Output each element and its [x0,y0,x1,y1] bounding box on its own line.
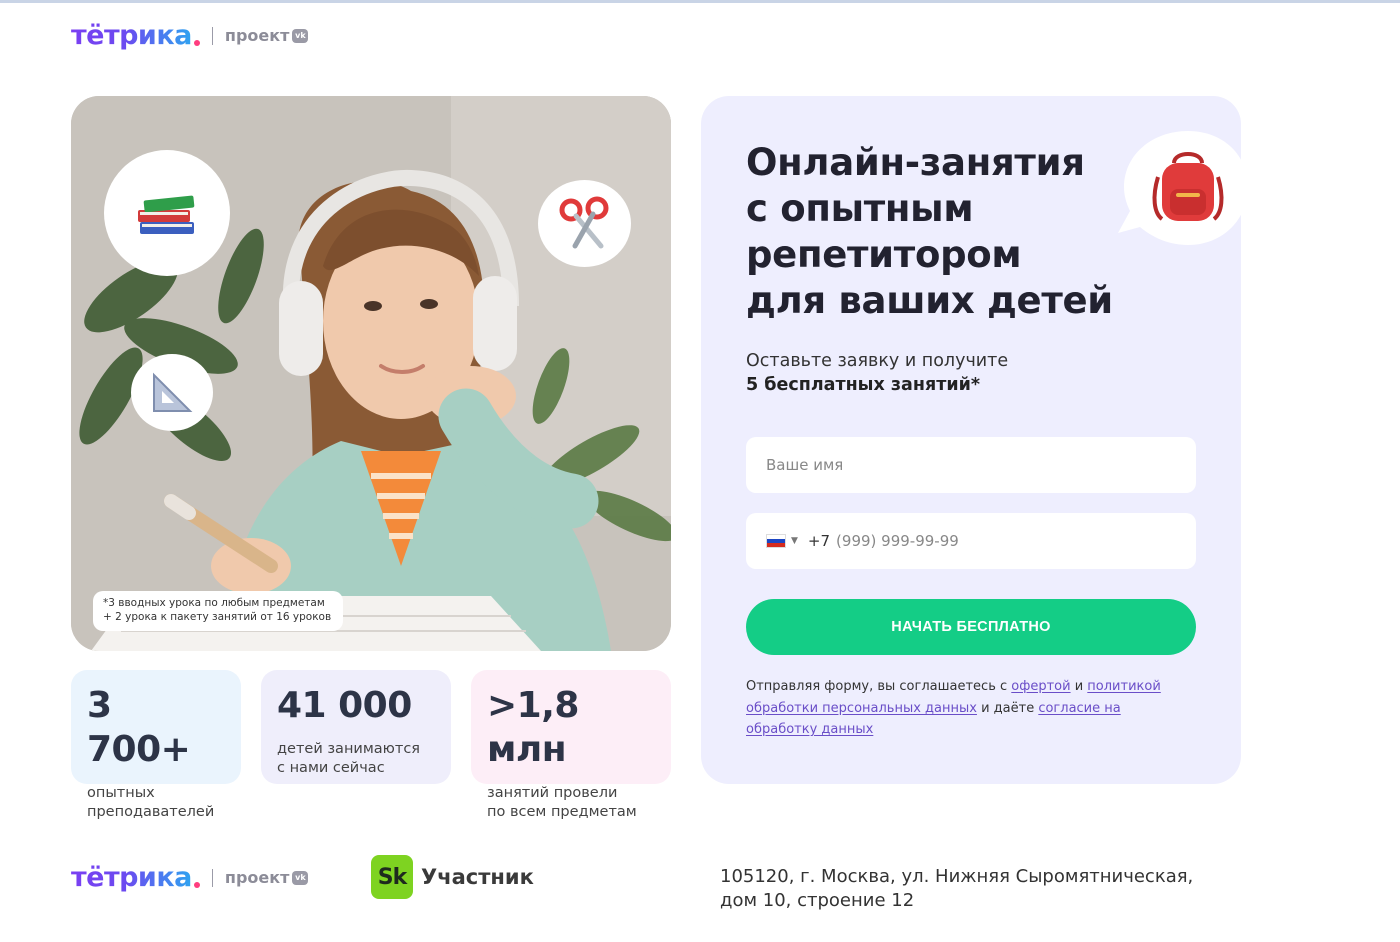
stat-label-line: с нами сейчас [277,760,385,776]
title-line: Онлайн-занятия [746,141,1085,184]
stat-card-lessons: >1,8 млн занятий провели по всем предмет… [471,670,671,820]
stat-number: >1,8 млн [487,685,579,770]
books-icon [138,195,195,234]
subtitle-highlight: 5 бесплатных занятий* [746,375,981,395]
logo-wordmark: тётрика [71,20,192,51]
scissors-bubble [538,180,631,267]
footnote-line-1: *3 вводных урока по любым предметам [103,597,325,609]
vk-icon: vk [292,870,309,885]
logo-wordmark: тётрика [71,862,192,893]
legal-text: Отправляя форму, вы соглашаетесь с [746,679,1012,694]
logo-project-label: проект [224,868,290,887]
triangle-ruler-bubble [131,354,213,431]
header-logo[interactable]: тётрика проект vk [71,20,309,51]
logo-separator [211,26,213,45]
skolkovo-member-badge: Sk Участник [371,855,534,899]
scissors-icon [559,196,608,248]
legal-text: и даёте [976,700,1039,716]
phone-field[interactable]: ▼ +7 (999) 999-99-99 [746,513,1196,569]
stat-label-line: занятий провели [487,785,618,801]
page-title: Онлайн-занятия с опытным репетитором для… [746,140,1126,324]
stat-card-teachers: 3 700+ опытных преподавателей [71,670,241,820]
address-line: дом 10, строение 12 [720,890,915,911]
browser-top-border [0,0,1400,3]
logo-project-label: проект [224,26,290,45]
vk-icon: vk [292,28,309,43]
footnote-line-2: + 2 урока к пакету занятий от 16 уроков [103,611,332,623]
phone-country-code: +7 [807,532,831,550]
stat-label-line: по всем предметам [487,804,637,820]
offer-link[interactable]: офертой [1011,679,1070,694]
stat-label: детей занимаются с нами сейчас [277,740,435,778]
start-free-button[interactable]: НАЧАТЬ БЕСПЛАТНО [746,599,1196,655]
address-line: 105120, г. Москва, ул. Нижняя Сыромятнич… [720,866,1194,887]
logo-dot [193,881,200,888]
skolkovo-logo-icon: Sk [371,855,413,899]
title-line: с опытным [746,187,974,230]
books-bubble [104,150,230,276]
stat-label: опытных преподавателей [87,784,225,822]
stat-label-line: детей занимаются [277,741,421,757]
stat-card-children: 41 000 детей занимаются с нами сейчас [261,670,451,784]
stat-label: занятий провели по всем предметам [487,784,655,822]
subtitle-line: Оставьте заявку и получите [746,351,1009,371]
offer-subtitle: Оставьте заявку и получите 5 бесплатных … [746,349,1008,397]
triangle-ruler-icon [153,372,193,412]
name-placeholder: Ваше имя [766,456,844,474]
skolkovo-member-label: Участник [421,865,534,889]
hero-footnote: *3 вводных урока по любым предметам + 2 … [93,591,343,631]
title-line: репетитором [746,233,1022,276]
legal-consent-text: Отправляя форму, вы соглашаетесь с оферт… [746,676,1186,741]
logo-separator [211,868,213,887]
stat-number: 3 700+ [87,685,191,770]
phone-placeholder: (999) 999-99-99 [836,532,959,550]
stat-number: 41 000 [277,685,412,726]
title-line: для ваших детей [746,279,1113,322]
footer-logo[interactable]: тётрика проект vk [71,862,309,893]
name-field[interactable]: Ваше имя [746,437,1196,493]
stat-label-line: опытных [87,785,155,801]
logo-dot [193,39,200,46]
backpack-bubble [1118,131,1248,245]
company-address: 105120, г. Москва, ул. Нижняя Сыромятнич… [720,865,1240,913]
stat-label-line: преподавателей [87,804,215,820]
legal-text: и [1070,679,1088,694]
chevron-down-icon[interactable]: ▼ [791,536,798,546]
russia-flag-icon[interactable] [766,534,786,548]
